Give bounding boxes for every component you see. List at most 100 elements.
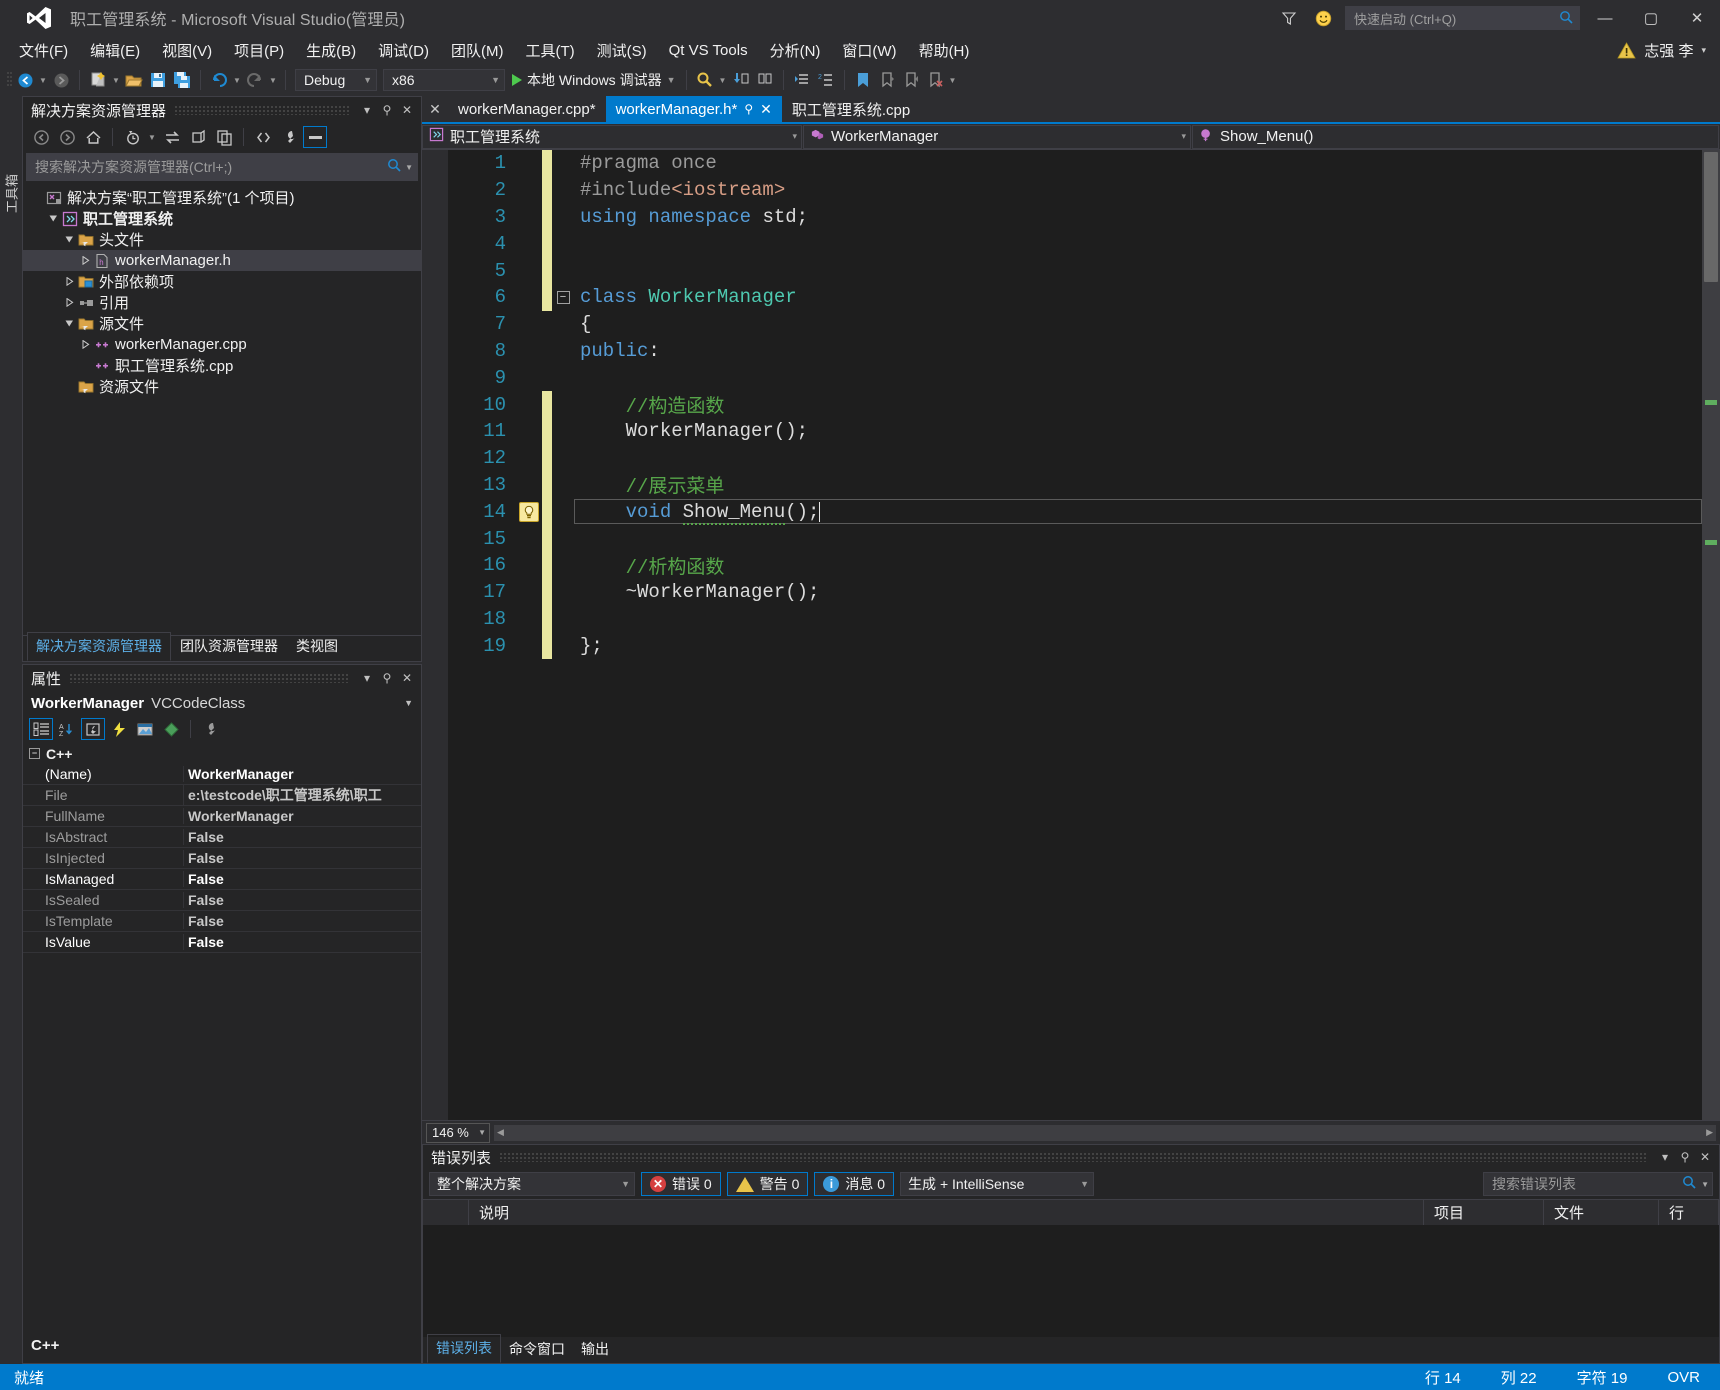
next-bookmark-icon[interactable] [899, 68, 923, 92]
tree-item-main-cpp[interactable]: 职工管理系统.cpp [23, 355, 421, 376]
code-line[interactable]: 3 using namespace std; [448, 203, 1702, 231]
wrench-icon[interactable] [198, 718, 222, 740]
code-line[interactable]: 4 [448, 230, 1702, 258]
code-line[interactable]: 15 [448, 525, 1702, 552]
bookmark-icon[interactable] [851, 68, 875, 92]
expander-open-icon[interactable] [61, 316, 77, 332]
tree-item-solution[interactable]: 解决方案“职工管理系统”(1 个项目) [23, 187, 421, 208]
search-options-caret-icon[interactable]: ▼ [405, 163, 413, 172]
expander-closed-icon[interactable] [77, 337, 93, 353]
property-row-file[interactable]: File e:\testcode\职工管理系统\职工 [23, 785, 421, 806]
chevron-down-icon[interactable]: ▾ [1173, 131, 1186, 142]
chevron-down-icon[interactable]: ▼ [667, 75, 676, 85]
save-all-icon[interactable] [170, 68, 194, 92]
close-icon[interactable]: ✕ [397, 100, 417, 120]
property-row-isabstract[interactable]: IsAbstract False [23, 827, 421, 848]
tree-item-workermanager-h[interactable]: h workerManager.h [23, 250, 421, 271]
lightbulb-icon[interactable] [519, 501, 539, 522]
chevron-down-icon[interactable]: ▼ [478, 1128, 486, 1137]
comment-icon[interactable]: 2 [814, 68, 838, 92]
undo-dropdown-icon[interactable]: ▼ [231, 68, 243, 92]
errors-filter-button[interactable]: ✕ 错误 0 [641, 1172, 721, 1196]
window-menu-caret-icon[interactable]: ▾ [357, 100, 377, 120]
menu-edit[interactable]: 编辑(E) [79, 37, 151, 64]
menu-file[interactable]: 文件(F) [8, 37, 79, 64]
tab-team-explorer[interactable]: 团队资源管理器 [171, 632, 287, 661]
document-tab-workermanager-h[interactable]: workerManager.h* ⚲ ✕ [605, 96, 782, 122]
property-value[interactable]: e:\testcode\职工管理系统\职工 [183, 785, 421, 805]
code-line[interactable]: 8 public: [448, 338, 1702, 365]
property-pages-icon[interactable] [81, 718, 105, 740]
document-tab-main-cpp[interactable]: 职工管理系统.cpp [781, 96, 921, 122]
window-menu-caret-icon[interactable]: ▾ [1655, 1147, 1675, 1167]
code-line-current[interactable]: 14 void Show_Menu(); [448, 498, 1702, 526]
home-icon[interactable] [81, 126, 105, 148]
property-value[interactable]: False [183, 871, 421, 887]
code-line[interactable]: 18 [448, 605, 1702, 633]
open-file-icon[interactable] [122, 68, 146, 92]
property-row-fullname[interactable]: FullName WorkerManager [23, 806, 421, 827]
menu-tools[interactable]: 工具(T) [514, 37, 585, 64]
navigate-forward-icon[interactable] [49, 68, 73, 92]
code-line[interactable]: 17 ~WorkerManager(); [448, 578, 1702, 606]
events-icon[interactable] [107, 718, 131, 740]
property-value[interactable]: WorkerManager [183, 808, 421, 824]
property-value[interactable]: False [183, 934, 421, 950]
toolbox-tab-label[interactable]: 工具箱 [2, 161, 21, 227]
code-line[interactable]: 11 WorkerManager(); [448, 417, 1702, 445]
quick-action-cell[interactable] [516, 501, 542, 522]
error-list-search[interactable]: ▼ [1483, 1172, 1713, 1196]
property-value[interactable]: False [183, 913, 421, 929]
save-icon[interactable] [146, 68, 170, 92]
messages-icon[interactable] [159, 718, 183, 740]
error-source-combo[interactable]: 生成 + IntelliSense ▼ [900, 1172, 1095, 1196]
expander-closed-icon[interactable] [61, 295, 77, 311]
menu-qt-vs-tools[interactable]: Qt VS Tools [658, 39, 759, 62]
user-account-label[interactable]: 志强 李 [1644, 40, 1693, 61]
code-line[interactable]: 10 //构造函数 [448, 391, 1702, 418]
code-line[interactable]: 9 [448, 364, 1702, 391]
property-row-isvalue[interactable]: IsValue False [23, 932, 421, 953]
zoom-level-combo[interactable]: 146 % ▼ [426, 1122, 490, 1143]
pin-icon[interactable]: ⚲ [744, 102, 753, 116]
tree-item-source-files-folder[interactable]: 源文件 [23, 313, 421, 334]
editor-text-area[interactable]: 1 #pragma once 2 #include<iostream> 3 us… [448, 150, 1702, 1120]
toolbar-overflow-icon[interactable]: ▼ [947, 68, 959, 92]
attach-process-dropdown-icon[interactable]: ▼ [717, 68, 729, 92]
tree-item-header-files-folder[interactable]: 头文件 [23, 229, 421, 250]
scrollbar-thumb[interactable] [1704, 152, 1718, 282]
minimize-button[interactable]: — [1582, 2, 1628, 34]
forward-icon[interactable] [55, 126, 79, 148]
search-icon[interactable] [387, 158, 402, 177]
navbar-member-combo[interactable]: Show_Menu() [1192, 124, 1719, 149]
code-line[interactable]: 12 [448, 444, 1702, 472]
expander-open-icon[interactable] [61, 232, 77, 248]
property-category-cpp[interactable]: − C++ [23, 743, 421, 764]
column-header-file[interactable]: 文件 [1544, 1200, 1659, 1225]
close-icon[interactable]: ✕ [397, 668, 417, 688]
collapse-all-icon[interactable] [212, 126, 236, 148]
tab-command-window[interactable]: 命令窗口 [501, 1336, 573, 1363]
back-icon[interactable] [29, 126, 53, 148]
property-row-istemplate[interactable]: IsTemplate False [23, 911, 421, 932]
start-debugging-button[interactable]: 本地 Windows 调试器 ▼ [508, 68, 680, 92]
error-search-input[interactable] [1492, 1176, 1683, 1192]
collapse-region-icon[interactable]: − [556, 290, 570, 304]
fold-cell[interactable]: − [552, 290, 574, 304]
toolbox-auto-hide-strip[interactable]: 工具箱 [0, 96, 22, 1364]
attach-process-icon[interactable] [693, 68, 717, 92]
notification-warning-icon[interactable] [1617, 41, 1636, 60]
tree-item-external-dependencies[interactable]: 外部依赖项 [23, 271, 421, 292]
menu-debug[interactable]: 调试(D) [367, 37, 440, 64]
scroll-right-icon[interactable]: ▶ [1703, 1127, 1716, 1138]
solution-platform-combo[interactable]: x86 ▼ [383, 69, 505, 91]
menu-view[interactable]: 视图(V) [151, 37, 223, 64]
property-row-issealed[interactable]: IsSealed False [23, 890, 421, 911]
preview-selected-items-icon[interactable] [303, 126, 327, 148]
user-account-caret-icon[interactable]: ▾ [1701, 45, 1706, 56]
refresh-icon[interactable] [186, 126, 210, 148]
tree-item-resource-files-folder[interactable]: 资源文件 [23, 376, 421, 397]
funnel-icon[interactable] [1277, 6, 1301, 30]
property-pages-window-icon[interactable] [133, 718, 157, 740]
menu-build[interactable]: 生成(B) [295, 37, 367, 64]
